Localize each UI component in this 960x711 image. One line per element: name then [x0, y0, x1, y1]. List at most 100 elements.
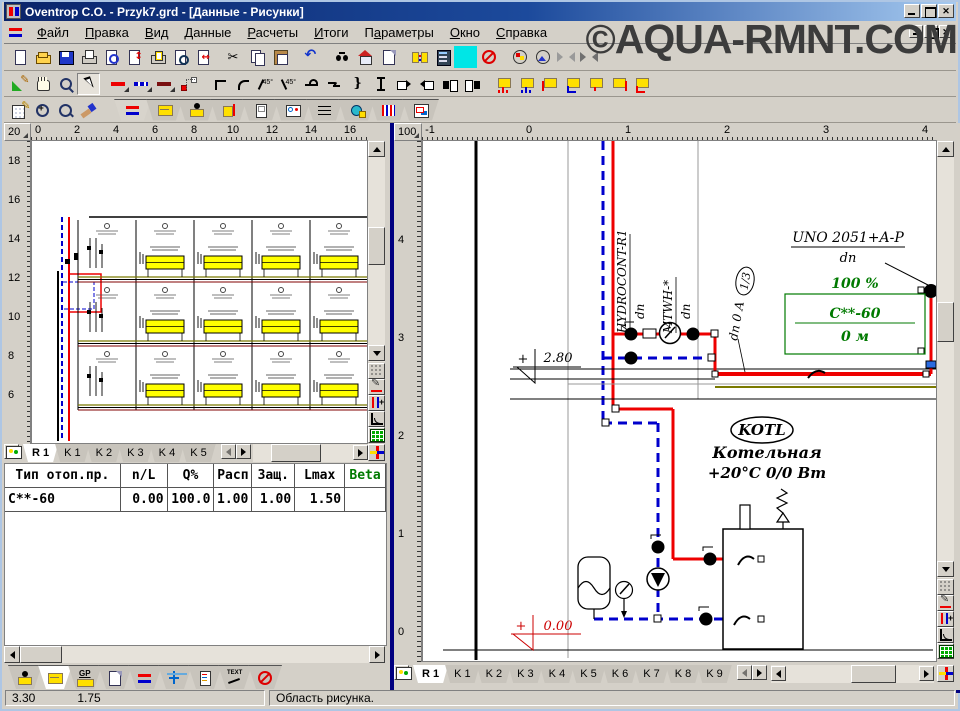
pencil-line-button[interactable] [368, 379, 385, 395]
radiator-bottom-red-button[interactable] [492, 73, 515, 95]
close-button[interactable] [938, 4, 954, 18]
right-tabs-scroll-right[interactable] [919, 666, 934, 681]
radiator-data-table[interactable]: Тип отоп.пр.n/LQ%РаспЗащ.LmaxBetaC**-600… [4, 463, 387, 646]
sheet-tab-K3[interactable]: K 3 [508, 665, 543, 683]
zoom-tool-button[interactable] [54, 73, 77, 95]
sheet-tab-K6[interactable]: K 6 [603, 665, 638, 683]
radiator-side-red-2-button[interactable] [607, 73, 630, 95]
right-vertical-scrollbar[interactable] [937, 141, 954, 578]
column-header-Расп[interactable]: Расп [214, 464, 252, 488]
sprinkler-palette-tab[interactable] [158, 665, 192, 689]
column-header-Защ.[interactable]: Защ. [252, 464, 295, 488]
line-brown-button[interactable] [154, 73, 177, 95]
line-blue-button[interactable] [131, 73, 154, 95]
block-palette-tab[interactable] [248, 665, 282, 689]
column-header-Beta[interactable]: Beta [345, 464, 386, 488]
bracket-button[interactable] [346, 73, 369, 95]
column-header-Тип отоп.пр.[interactable]: Тип отоп.пр. [5, 464, 121, 488]
menu-Параметры[interactable]: Параметры [357, 23, 442, 42]
flip-horizontal-button[interactable] [554, 46, 577, 68]
copy-button[interactable] [246, 46, 269, 68]
corner-button[interactable] [208, 73, 231, 95]
sheet-palette-tab[interactable] [98, 665, 132, 689]
left-vertical-scroll-thumb[interactable] [368, 227, 385, 265]
color-plus-button[interactable] [937, 665, 954, 682]
sheet-tab-K8[interactable]: K 8 [666, 665, 701, 683]
calculator-button[interactable] [431, 46, 454, 68]
menu-Данные[interactable]: Данные [176, 23, 239, 42]
column-header-Q%[interactable]: Q% [168, 464, 215, 488]
new-file-button[interactable] [8, 46, 31, 68]
pencil-line-button[interactable] [937, 595, 954, 611]
paste-button[interactable] [269, 46, 292, 68]
undo-button[interactable] [300, 46, 323, 68]
right-scroll-down-button[interactable] [937, 561, 954, 577]
print-area-button[interactable] [146, 46, 169, 68]
sheet-button[interactable] [377, 46, 400, 68]
rb-plus-button[interactable] [368, 395, 385, 411]
zoom-document-button[interactable] [169, 46, 192, 68]
sheet-tab-K5[interactable]: K 5 [181, 444, 216, 462]
minimize-button[interactable] [904, 4, 920, 18]
document-palette-tab[interactable] [188, 665, 222, 689]
sheet-tab-R1[interactable]: R 1 [413, 665, 448, 683]
sheet-tab-K5[interactable]: K 5 [571, 665, 606, 683]
plug-left-button[interactable] [438, 73, 461, 95]
sheet-tab-K7[interactable]: K 7 [634, 665, 669, 683]
edit-building-button[interactable] [8, 99, 31, 121]
tab-pipes-palette-tab[interactable] [128, 665, 162, 689]
elements-button[interactable] [531, 46, 554, 68]
right-tabs-scroll-thumb[interactable] [851, 665, 896, 683]
tab-floor-heating-tab[interactable] [370, 99, 407, 121]
tab-meters-tab[interactable] [274, 99, 311, 121]
tab-lines-tab[interactable] [306, 99, 343, 121]
home-button[interactable] [354, 46, 377, 68]
maximize-button[interactable] [921, 4, 937, 18]
tab-plan-tab[interactable] [402, 99, 439, 121]
riser-button[interactable] [369, 73, 392, 95]
radiator-side-red-button[interactable] [538, 73, 561, 95]
menu-Файл[interactable]: Файл [29, 23, 77, 42]
page-setup-button[interactable] [123, 46, 146, 68]
sheet-tab-K1[interactable]: K 1 [445, 665, 480, 683]
tab-risers-tab[interactable] [210, 99, 247, 121]
right-vertical-scroll-thumb[interactable] [937, 302, 954, 342]
connect-pipes-alt-button[interactable] [454, 46, 477, 68]
sheet-tab-K1[interactable]: K 1 [55, 444, 90, 462]
export-document-button[interactable] [192, 46, 215, 68]
menu-Правка[interactable]: Правка [77, 23, 137, 42]
tee-button[interactable] [300, 73, 323, 95]
sheet-tab-K4[interactable]: K 4 [540, 665, 575, 683]
sheet-tab-K4[interactable]: K 4 [150, 444, 185, 462]
column-header-Lmax[interactable]: Lmax [295, 464, 345, 488]
table-row[interactable]: C**-600.00100.01.001.001.50 [5, 488, 386, 512]
radiator-red-2-button[interactable] [584, 73, 607, 95]
angle-45-right-button[interactable] [277, 73, 300, 95]
tab-valves-tab[interactable] [178, 99, 215, 121]
left-drawing-canvas[interactable] [31, 141, 368, 444]
left-tabs-scroll-right[interactable] [353, 445, 368, 460]
left-tab-scroll-next[interactable] [236, 444, 251, 459]
green-grid-button[interactable] [937, 643, 954, 659]
draw-mode-button[interactable] [8, 73, 31, 95]
gp-ruler-palette-tab[interactable] [68, 665, 102, 689]
paint-button[interactable] [77, 99, 100, 121]
print-button[interactable] [77, 46, 100, 68]
arc-corner-button[interactable] [231, 73, 254, 95]
sheet-tab-K2[interactable]: K 2 [477, 665, 512, 683]
menu-Вид[interactable]: Вид [137, 23, 177, 42]
zoom-out-button[interactable] [54, 99, 77, 121]
radiator-corner-blue-button[interactable] [561, 73, 584, 95]
left-scroll-left-button[interactable] [4, 646, 20, 663]
picture-button[interactable] [394, 665, 409, 680]
left-tabs-scroll-thumb[interactable] [271, 444, 321, 462]
sheet-tab-R1[interactable]: R 1 [23, 444, 58, 462]
print-preview-button[interactable] [100, 46, 123, 68]
line-nodes-button[interactable] [177, 73, 200, 95]
tab-pumps-tab[interactable] [338, 99, 375, 121]
find-button[interactable] [331, 46, 354, 68]
color-plus-button[interactable] [368, 444, 385, 461]
right-scroll-up-button[interactable] [937, 141, 954, 157]
radiator-bottom-blue-button[interactable] [515, 73, 538, 95]
green-grid-button[interactable] [368, 427, 385, 443]
